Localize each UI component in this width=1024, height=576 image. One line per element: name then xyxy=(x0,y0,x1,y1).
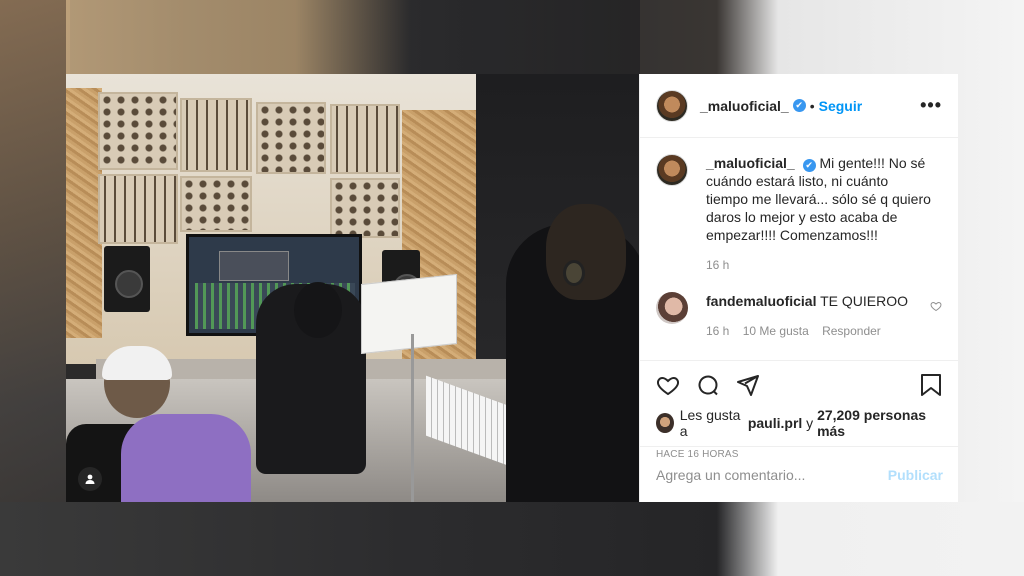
comment-text: TE QUIEROO xyxy=(820,293,909,309)
reply-button[interactable]: Responder xyxy=(822,324,881,338)
username[interactable]: _maluoficial_ xyxy=(700,98,789,114)
action-bar xyxy=(656,369,942,405)
likes-prefix: Les gusta a xyxy=(679,407,741,439)
background-blur-left xyxy=(0,0,70,576)
publish-button[interactable]: Publicar xyxy=(888,467,943,483)
comments-section: _maluoficial_ ✔ Mi gente!!! No sé cuándo… xyxy=(640,138,958,360)
caption-username[interactable]: _maluoficial_ xyxy=(706,155,795,171)
acoustic-panel xyxy=(330,178,400,238)
caption-time[interactable]: 16 h xyxy=(706,258,729,272)
comment-like-heart-icon[interactable] xyxy=(930,300,942,315)
singer-head xyxy=(546,204,626,300)
acoustic-panel xyxy=(180,98,252,172)
avatar[interactable] xyxy=(656,292,688,324)
share-icon[interactable] xyxy=(736,373,760,402)
heart-icon[interactable] xyxy=(656,373,680,402)
acoustic-panel xyxy=(98,174,178,244)
comment-input[interactable] xyxy=(656,466,888,483)
comment-icon[interactable] xyxy=(696,373,720,402)
acoustic-panel xyxy=(256,102,326,174)
music-stand xyxy=(411,334,414,502)
acoustic-panel xyxy=(180,176,252,232)
acoustic-panel xyxy=(98,92,178,170)
add-comment-bar: Publicar xyxy=(640,446,959,502)
avatar[interactable] xyxy=(656,413,674,433)
instagram-post: _maluoficial_ ✔ • Seguir ••• _maluoficia… xyxy=(66,74,959,502)
more-icon[interactable]: ••• xyxy=(920,95,942,116)
post-actions: Les gusta a pauli.prl y 27,209 personas … xyxy=(640,360,958,460)
post-header: _maluoficial_ ✔ • Seguir ••• xyxy=(640,74,958,138)
comment-likes[interactable]: 10 Me gusta xyxy=(743,324,809,338)
post-side-panel: _maluoficial_ ✔ • Seguir ••• _maluoficia… xyxy=(639,74,959,502)
producer-head xyxy=(294,282,342,338)
comment-body: fandemaluoficial TE QUIEROO 16 h 10 Me g… xyxy=(706,292,911,340)
acoustic-panel xyxy=(330,104,400,174)
avatar[interactable] xyxy=(656,154,688,186)
avatar[interactable] xyxy=(656,89,688,122)
comment-time[interactable]: 16 h xyxy=(706,324,729,338)
background-blur-top xyxy=(66,0,640,74)
comment-username[interactable]: fandemaluoficial xyxy=(706,293,816,309)
likes-count[interactable]: 27,209 personas más xyxy=(817,407,942,439)
headphones xyxy=(563,260,585,286)
post-photo[interactable] xyxy=(66,74,639,502)
caption-body: _maluoficial_ ✔ Mi gente!!! No sé cuándo… xyxy=(706,154,931,274)
studio-speaker-left xyxy=(104,246,150,312)
wood-panel-left xyxy=(66,88,102,338)
user-tag-icon[interactable] xyxy=(78,467,102,491)
caption: _maluoficial_ ✔ Mi gente!!! No sé cuándo… xyxy=(656,154,942,274)
likes-user[interactable]: pauli.prl xyxy=(748,415,802,431)
follow-button[interactable]: Seguir xyxy=(819,98,863,114)
person-purple-hoodie xyxy=(121,414,251,502)
verified-icon: ✔ xyxy=(792,99,806,112)
comment-item: fandemaluoficial TE QUIEROO 16 h 10 Me g… xyxy=(656,292,942,340)
verified-icon: ✔ xyxy=(802,158,816,172)
background-blur-bottom xyxy=(0,502,1024,576)
bookmark-icon[interactable] xyxy=(920,373,942,402)
caption-meta: 16 h xyxy=(706,256,931,274)
likes-connector: y xyxy=(806,415,814,431)
plugin-window xyxy=(219,251,289,281)
separator: • xyxy=(809,97,815,114)
likes-summary: Les gusta a pauli.prl y 27,209 personas … xyxy=(656,407,942,439)
music-sheet xyxy=(361,273,457,355)
comment-meta: 16 h 10 Me gusta Responder xyxy=(706,322,911,340)
